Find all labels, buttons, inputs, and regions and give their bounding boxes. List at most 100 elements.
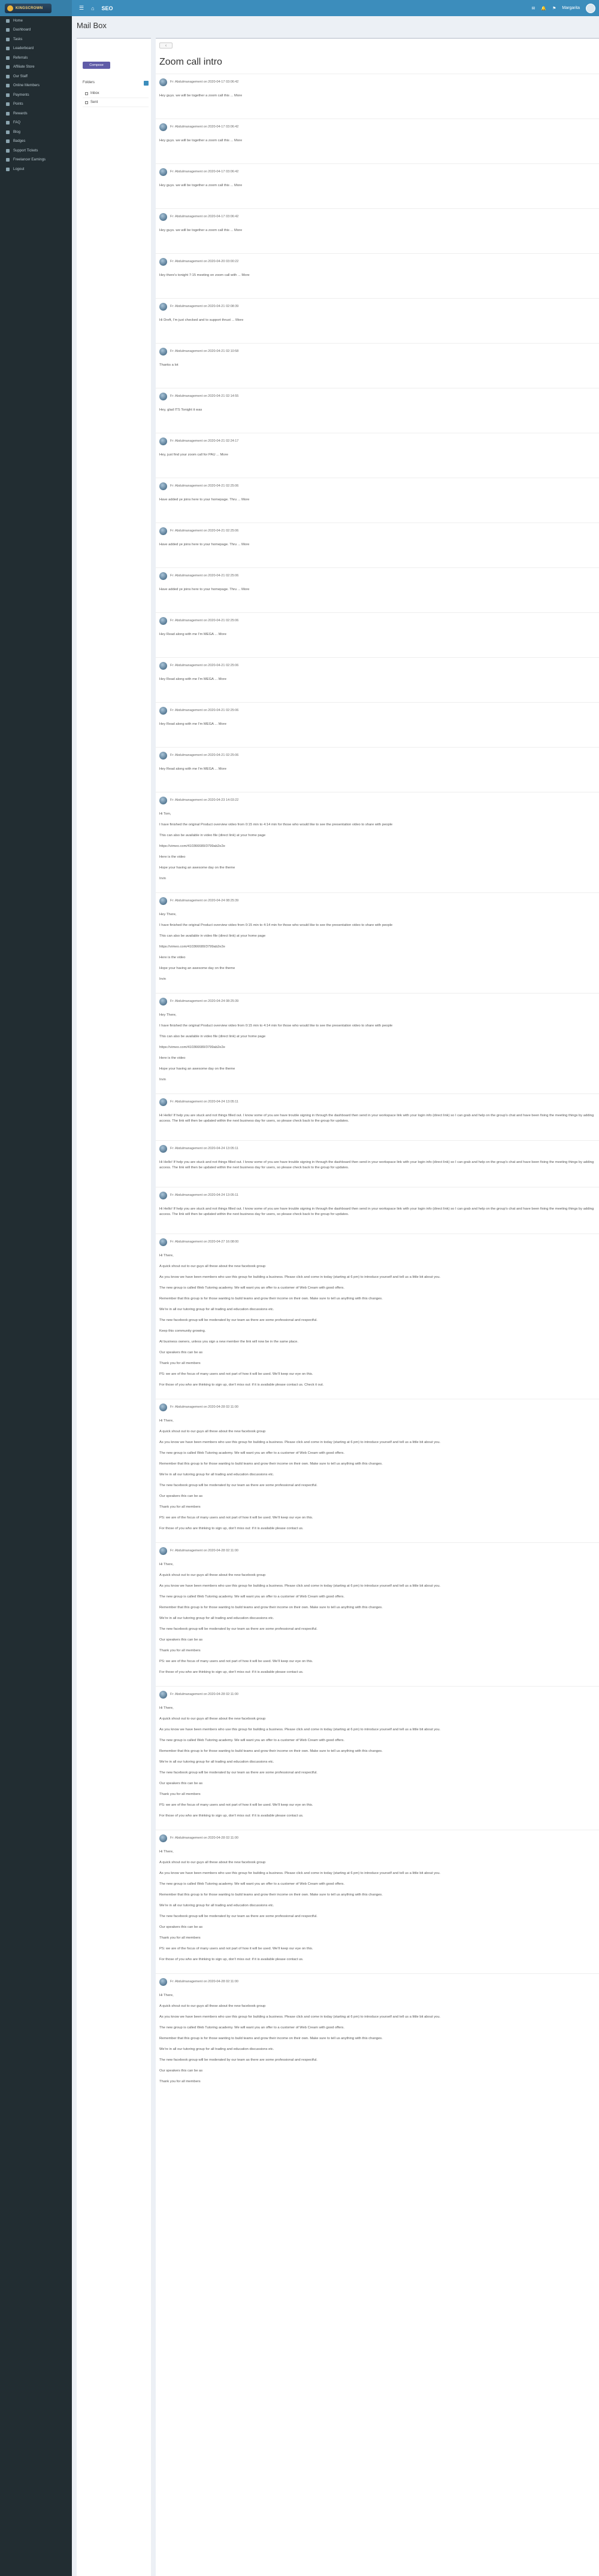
message-header: Fr: Abdulmanagement on 2020-04-21 02:25:… — [159, 525, 595, 536]
message-item[interactable]: Fr: Abdulmanagement on 2020-04-20 03:00:… — [156, 253, 599, 284]
message-body: Hey, just find your zoom call for PAU ..… — [159, 452, 595, 458]
app-title[interactable]: SEO — [102, 5, 113, 11]
message-item[interactable]: Fr: Abdulmanagement on 2020-04-21 02:25:… — [156, 523, 599, 553]
message-paragraph: Remember that this group is for those wa… — [159, 1462, 383, 1466]
sidebar-item[interactable]: Support Tickets — [0, 146, 72, 156]
sidebar-item[interactable]: Home — [0, 16, 72, 26]
message-item[interactable]: Fr: Abdulmanagement on 2020-04-28 02:11:… — [156, 1973, 599, 2090]
sidebar-item-label: Affiliate Store — [13, 65, 35, 69]
sent-icon — [85, 101, 88, 104]
folder-sent[interactable]: Sent — [83, 98, 149, 107]
sidebar-item-label: Leaderboard — [13, 47, 34, 51]
sender-avatar — [159, 1144, 167, 1153]
sidebar-item[interactable]: Referrals — [0, 53, 72, 63]
sidebar-item[interactable]: Online Members — [0, 81, 72, 91]
message-header: Fr: Abdulmanagement on 2020-04-17 03:06:… — [159, 121, 595, 132]
message-paragraph: PS: we are of the focus of many users an… — [159, 1372, 313, 1376]
message-item[interactable]: Fr: Abdulmanagement on 2020-04-28 02:11:… — [156, 1830, 599, 1968]
message-sender: Fr: Abdulmanagement on 2020-04-21 02:10:… — [170, 350, 239, 353]
message-paragraph: I have finished the original Product ove… — [159, 924, 393, 927]
inbox-icon — [85, 92, 88, 95]
bell-icon[interactable]: 🔔 — [541, 6, 546, 11]
sender-avatar — [159, 661, 167, 670]
user-avatar[interactable] — [586, 3, 595, 13]
sidebar-item[interactable]: Rewards — [0, 109, 72, 119]
sidebar-item[interactable]: Dashboard — [0, 26, 72, 35]
message-item[interactable]: Fr: Abdulmanagement on 2020-04-24 13:05:… — [156, 1187, 599, 1223]
message-item[interactable]: Fr: Abdulmanagement on 2020-04-24 13:05:… — [156, 1093, 599, 1129]
compose-button[interactable]: Compose — [83, 62, 110, 69]
message-item[interactable]: Fr: Abdulmanagement on 2020-04-21 02:08:… — [156, 298, 599, 329]
message-item[interactable]: Fr: Abdulmanagement on 2020-04-21 02:25:… — [156, 612, 599, 643]
sidebar-item[interactable]: Logout — [0, 165, 72, 174]
logo[interactable]: KINGSCROWN — [5, 3, 52, 13]
message-item[interactable]: Fr: Abdulmanagement on 2020-04-17 03:06:… — [156, 163, 599, 194]
message-paragraph: I have finished the original Product ove… — [159, 823, 393, 827]
message-paragraph: PS: we are of the focus of many users an… — [159, 1803, 313, 1807]
sender-avatar — [159, 1690, 167, 1699]
message-body: Thanks a lot — [159, 363, 595, 368]
sidebar-item[interactable]: Tasks — [0, 35, 72, 44]
message-item[interactable]: Fr: Abdulmanagement on 2020-04-21 02:25:… — [156, 747, 599, 777]
message-item[interactable]: Fr: Abdulmanagement on 2020-04-21 02:25:… — [156, 567, 599, 598]
sidebar-item[interactable]: Blog — [0, 127, 72, 137]
sidebar-item-label: Freelancer Earnings — [13, 158, 46, 162]
message-item[interactable]: Fr: Abdulmanagement on 2020-04-17 03:06:… — [156, 119, 599, 149]
message-item[interactable]: Fr: Abdulmanagement on 2020-04-21 02:10:… — [156, 343, 599, 373]
message-paragraph: Our speakers this can be as — [159, 1351, 203, 1354]
message-paragraph: Hey guys. we will be together a zoom cal… — [159, 229, 243, 232]
message-item[interactable]: Fr: Abdulmanagement on 2020-04-23 14:03:… — [156, 792, 599, 887]
menu-toggle-icon[interactable]: ☰ — [79, 5, 84, 11]
message-item[interactable]: Fr: Abdulmanagement on 2020-04-24 08:25:… — [156, 993, 599, 1088]
sidebar-item[interactable]: Affiliate Store — [0, 63, 72, 72]
message-item[interactable]: Fr: Abdulmanagement on 2020-04-28 02:11:… — [156, 1542, 599, 1681]
message-header: Fr: Abdulmanagement on 2020-04-21 02:25:… — [159, 705, 595, 716]
message-body: Hi Dreft, I'm just checked and to suppor… — [159, 318, 595, 323]
flag-icon[interactable]: ⚑ — [552, 6, 556, 11]
message-paragraph: The new group is called Web Tutoring aca… — [159, 1286, 344, 1290]
sidebar-item[interactable]: Points — [0, 100, 72, 110]
message-item[interactable]: Fr: Abdulmanagement on 2020-04-28 02:11:… — [156, 1399, 599, 1537]
message-paragraph: Hope your having an awesome day on the t… — [159, 1067, 235, 1071]
message-item[interactable]: Fr: Abdulmanagement on 2020-04-28 02:11:… — [156, 1686, 599, 1824]
message-item[interactable]: Fr: Abdulmanagement on 2020-04-24 08:25:… — [156, 892, 599, 988]
sidebar-item[interactable]: Our Staff — [0, 72, 72, 81]
logo-area[interactable]: KINGSCROWN — [0, 0, 72, 16]
sidebar-item[interactable]: Leaderboard — [0, 44, 72, 54]
message-item[interactable]: Fr: Abdulmanagement on 2020-04-24 13:05:… — [156, 1140, 599, 1176]
message-paragraph: The new facebook group will be moderated… — [159, 1319, 317, 1322]
message-paragraph: The new group is called Web Tutoring aca… — [159, 1739, 344, 1742]
message-paragraph: Our speakers this can be as — [159, 1638, 203, 1642]
message-paragraph: Irvin — [159, 977, 166, 981]
message-item[interactable]: Fr: Abdulmanagement on 2020-04-17 03:06:… — [156, 74, 599, 104]
home-icon[interactable]: ⌂ — [91, 5, 94, 11]
message-paragraph: We're in all our tutoring group for all … — [159, 1617, 274, 1620]
message-paragraph: Hey Read along with me I'm MEGA ... More — [159, 678, 226, 681]
message-paragraph: Hey Read along with me I'm MEGA ... More — [159, 722, 226, 726]
message-paragraph: Thank you for all members — [159, 2080, 201, 2083]
message-item[interactable]: Fr: Abdulmanagement on 2020-04-21 02:24:… — [156, 433, 599, 463]
message-paragraph: We're in all our tutoring group for all … — [159, 2048, 274, 2051]
sidebar: Home Dashboard Tasks Leaderboard Referrals Af… — [0, 16, 72, 2576]
message-paragraph: Hi There, — [159, 1994, 174, 1997]
sidebar-item[interactable]: FAQ — [0, 119, 72, 128]
add-folder-icon[interactable] — [144, 81, 149, 86]
message-paragraph: https://vimeo.com/410366680/3799ab2e2e — [159, 845, 225, 848]
message-item[interactable]: Fr: Abdulmanagement on 2020-04-21 02:25:… — [156, 478, 599, 508]
user-name[interactable]: Margarita — [562, 6, 580, 10]
message-item[interactable]: Fr: Abdulmanagement on 2020-04-17 03:06:… — [156, 208, 599, 239]
sidebar-item[interactable]: Freelancer Earnings — [0, 156, 72, 165]
message-header: Fr: Abdulmanagement on 2020-04-21 02:25:… — [159, 481, 595, 491]
sidebar-item[interactable]: Badges — [0, 137, 72, 147]
message-paragraph: A quick shout out to our guys all these … — [159, 1430, 266, 1433]
message-item[interactable]: Fr: Abdulmanagement on 2020-04-27 16:08:… — [156, 1234, 599, 1393]
sidebar-item-label: Tasks — [13, 37, 23, 41]
message-item[interactable]: Fr: Abdulmanagement on 2020-04-21 02:14:… — [156, 388, 599, 418]
message-item[interactable]: Fr: Abdulmanagement on 2020-04-21 02:25:… — [156, 702, 599, 733]
message-paragraph: For those of you who are thinking to sig… — [159, 1527, 304, 1530]
folder-inbox[interactable]: Inbox — [83, 89, 149, 98]
sidebar-item[interactable]: Payments — [0, 90, 72, 100]
mail-icon[interactable]: ✉ — [532, 6, 536, 11]
back-button[interactable]: ‹ — [159, 42, 173, 48]
message-item[interactable]: Fr: Abdulmanagement on 2020-04-21 02:25:… — [156, 657, 599, 688]
